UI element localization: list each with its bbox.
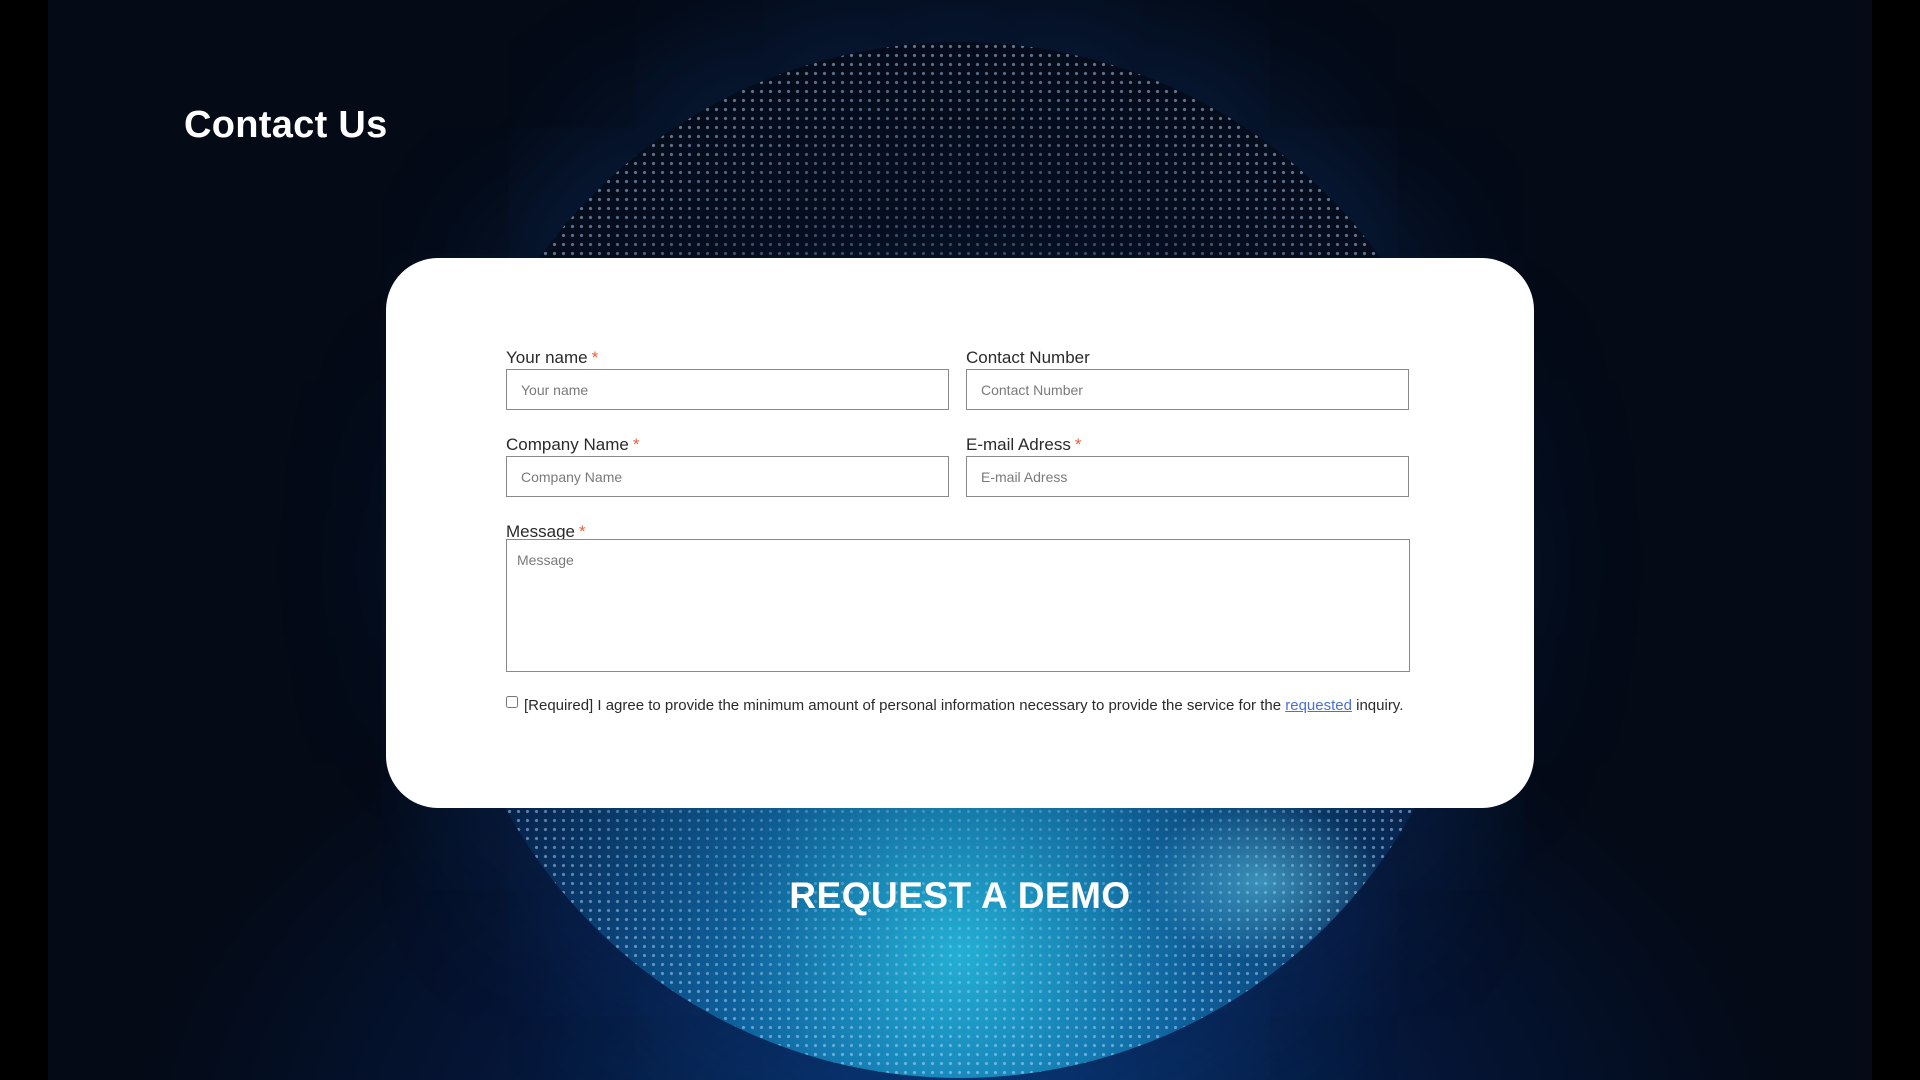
left-edge-shade [0, 0, 48, 1080]
required-asterisk: * [591, 348, 599, 367]
right-edge-shade [1872, 0, 1920, 1080]
company-name-input[interactable] [506, 456, 949, 497]
email-input[interactable] [966, 456, 1409, 497]
company-name-label: Company Name * [506, 435, 639, 455]
message-textarea[interactable] [506, 539, 1410, 672]
contact-number-label-text: Contact Number [966, 348, 1090, 367]
consent-text: [Required] I agree to provide the minimu… [524, 695, 1404, 716]
consent-text-end: inquiry. [1351, 697, 1404, 714]
page-title: Contact Us [184, 104, 388, 146]
request-demo-button[interactable]: REQUEST A DEMO [760, 870, 1160, 922]
your-name-input[interactable] [506, 369, 949, 410]
email-label: E-mail Adress * [966, 435, 1082, 455]
required-asterisk: * [1074, 435, 1082, 454]
consent-checkbox[interactable] [506, 696, 518, 708]
contact-page: Contact Us Your name* Contact Number Com… [0, 0, 1920, 1080]
contact-number-label: Contact Number [966, 348, 1090, 368]
company-name-label-text: Company Name [506, 435, 629, 454]
globe-highlight [1142, 802, 1382, 962]
your-name-label: Your name * [506, 348, 598, 368]
email-label-text: E-mail Adress [966, 435, 1071, 454]
contact-form-card: Your name* Contact Number Company Name* … [386, 258, 1534, 808]
your-name-label-text: Your name [506, 348, 588, 367]
contact-number-input[interactable] [966, 369, 1409, 410]
consent-text-main: [Required] I agree to provide the minimu… [524, 697, 1286, 714]
consent-requested-link[interactable]: requested [1285, 697, 1352, 714]
required-asterisk: * [632, 435, 640, 454]
